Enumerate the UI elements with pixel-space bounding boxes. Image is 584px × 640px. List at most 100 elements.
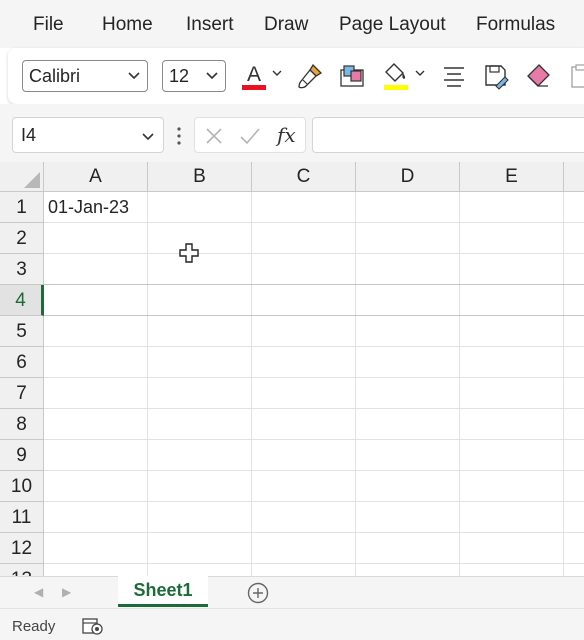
grid-cell[interactable] xyxy=(356,409,460,440)
grid-cell[interactable] xyxy=(460,471,564,502)
grid-cell[interactable] xyxy=(356,285,460,316)
menu-draw[interactable]: Draw xyxy=(264,14,308,36)
grid-cell[interactable] xyxy=(148,440,252,471)
grid-cell[interactable] xyxy=(356,502,460,533)
grid-cell[interactable] xyxy=(148,533,252,564)
format-painter-button[interactable] xyxy=(294,60,326,92)
grid-cell[interactable] xyxy=(356,471,460,502)
font-size-combo[interactable]: 12 xyxy=(162,60,226,92)
grid-cell[interactable] xyxy=(460,223,564,254)
column-header-d[interactable]: D xyxy=(356,162,460,192)
row-header-5[interactable]: 5 xyxy=(0,316,44,347)
grid-cell[interactable] xyxy=(148,347,252,378)
grid-cell[interactable] xyxy=(564,347,584,378)
grid-cell[interactable] xyxy=(564,533,584,564)
grid-cell[interactable] xyxy=(460,316,564,347)
cancel-icon[interactable] xyxy=(204,126,224,146)
enter-check-icon[interactable] xyxy=(239,126,261,146)
grid-cell[interactable] xyxy=(356,347,460,378)
menu-insert[interactable]: Insert xyxy=(186,14,234,36)
grid-cell[interactable] xyxy=(460,440,564,471)
grid-cell[interactable] xyxy=(356,440,460,471)
grid-cell[interactable] xyxy=(564,471,584,502)
row-header-7[interactable]: 7 xyxy=(0,378,44,409)
add-sheet-icon[interactable] xyxy=(247,582,269,604)
grid-cell[interactable] xyxy=(564,192,584,223)
grid-cell[interactable] xyxy=(44,316,148,347)
row-header-10[interactable]: 10 xyxy=(0,471,44,502)
font-name-combo[interactable]: Calibri xyxy=(22,60,148,92)
grid-cell[interactable] xyxy=(44,564,148,576)
grid-cell[interactable] xyxy=(148,564,252,576)
next-sheet-icon[interactable]: ▶ xyxy=(62,585,71,599)
font-color-button[interactable]: A xyxy=(238,60,270,92)
grid-cell[interactable] xyxy=(356,316,460,347)
row-header-6[interactable]: 6 xyxy=(0,347,44,378)
grid-cell[interactable] xyxy=(148,316,252,347)
grid-cell[interactable] xyxy=(356,378,460,409)
grid-cell[interactable] xyxy=(564,316,584,347)
grid-cell[interactable] xyxy=(148,285,252,316)
cell-styles-button[interactable] xyxy=(336,60,368,92)
grid-cell[interactable] xyxy=(148,409,252,440)
save-edit-button[interactable] xyxy=(480,60,512,92)
accessibility-icon[interactable] xyxy=(82,617,104,635)
grid-cell[interactable] xyxy=(252,471,356,502)
grid-cell[interactable] xyxy=(460,347,564,378)
grid-cell[interactable] xyxy=(356,192,460,223)
grid-cell[interactable] xyxy=(252,502,356,533)
grid-cell[interactable] xyxy=(460,254,564,285)
row-header-4[interactable]: 4 xyxy=(0,285,44,316)
grid-cell[interactable] xyxy=(44,285,148,316)
grid-cell[interactable] xyxy=(148,471,252,502)
grid-cell[interactable] xyxy=(460,285,564,316)
row-header-13[interactable]: 13 xyxy=(0,564,44,576)
grid-cell[interactable] xyxy=(148,223,252,254)
grid-cell[interactable] xyxy=(252,223,356,254)
grid-cell[interactable] xyxy=(356,533,460,564)
grid-cell[interactable] xyxy=(44,254,148,285)
clipboard-button[interactable] xyxy=(564,60,584,92)
grid-cell[interactable] xyxy=(252,285,356,316)
grid-cell[interactable] xyxy=(252,533,356,564)
column-header-c[interactable]: C xyxy=(252,162,356,192)
grid-cell[interactable] xyxy=(460,564,564,576)
prev-sheet-icon[interactable]: ◀ xyxy=(34,585,43,599)
menu-formulas[interactable]: Formulas xyxy=(476,14,555,36)
grid-cell[interactable] xyxy=(252,564,356,576)
sheet-tab-sheet1[interactable]: Sheet1 xyxy=(118,576,208,607)
grid-cell[interactable] xyxy=(564,409,584,440)
grid-cell[interactable] xyxy=(44,223,148,254)
row-header-3[interactable]: 3 xyxy=(0,254,44,285)
row-header-1[interactable]: 1 xyxy=(0,192,44,223)
grid-cell[interactable] xyxy=(564,564,584,576)
grid-cell[interactable] xyxy=(148,502,252,533)
grid-cell[interactable] xyxy=(356,223,460,254)
menu-file[interactable]: File xyxy=(33,14,64,36)
row-header-12[interactable]: 12 xyxy=(0,533,44,564)
grid-cell[interactable] xyxy=(460,192,564,223)
more-options-icon[interactable] xyxy=(175,126,183,146)
column-header-b[interactable]: B xyxy=(148,162,252,192)
name-box[interactable]: I4 xyxy=(12,117,164,153)
grid-cell[interactable] xyxy=(44,533,148,564)
grid-cell[interactable] xyxy=(460,409,564,440)
insert-function-button[interactable]: fx xyxy=(277,123,296,147)
grid-cell[interactable] xyxy=(252,254,356,285)
eraser-button[interactable] xyxy=(522,60,554,92)
chevron-down-icon[interactable] xyxy=(415,68,425,78)
grid-cell[interactable] xyxy=(252,316,356,347)
row-header-11[interactable]: 11 xyxy=(0,502,44,533)
grid-cell[interactable] xyxy=(252,378,356,409)
grid-cell[interactable] xyxy=(44,378,148,409)
grid-cell[interactable] xyxy=(148,254,252,285)
column-header-a[interactable]: A xyxy=(44,162,148,192)
menu-home[interactable]: Home xyxy=(102,14,153,36)
menu-page-layout[interactable]: Page Layout xyxy=(339,14,446,36)
chevron-down-icon[interactable] xyxy=(272,68,282,78)
formula-input[interactable] xyxy=(312,117,584,153)
grid-cell[interactable] xyxy=(356,564,460,576)
select-all-button[interactable] xyxy=(0,162,44,192)
grid-cell[interactable] xyxy=(460,533,564,564)
grid-cell[interactable] xyxy=(252,440,356,471)
